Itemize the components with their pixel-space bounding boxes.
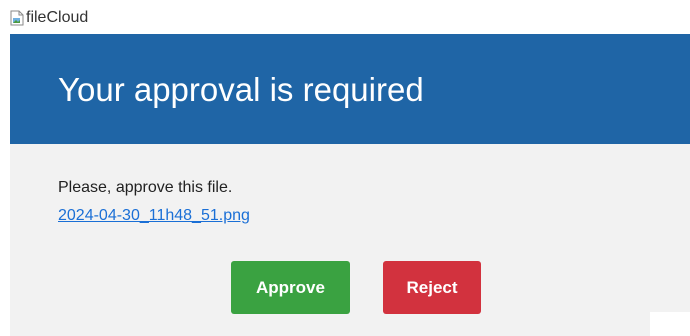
email-page: fileCloud Your approval is required Plea… (0, 0, 690, 336)
corner-overlay (650, 312, 690, 336)
broken-image-icon (10, 10, 24, 26)
file-link[interactable]: 2024-04-30_11h48_51.png (58, 206, 250, 226)
logo: fileCloud (10, 8, 88, 28)
message-body: Please, approve this file. 2024-04-30_11… (10, 144, 690, 336)
page-title: Your approval is required (58, 71, 424, 108)
reject-button[interactable]: Reject (383, 261, 481, 314)
approval-message: Please, approve this file. (58, 179, 233, 196)
approve-button[interactable]: Approve (231, 261, 350, 314)
logo-alt-text: fileCloud (26, 9, 89, 26)
header-banner: Your approval is required (10, 34, 690, 144)
